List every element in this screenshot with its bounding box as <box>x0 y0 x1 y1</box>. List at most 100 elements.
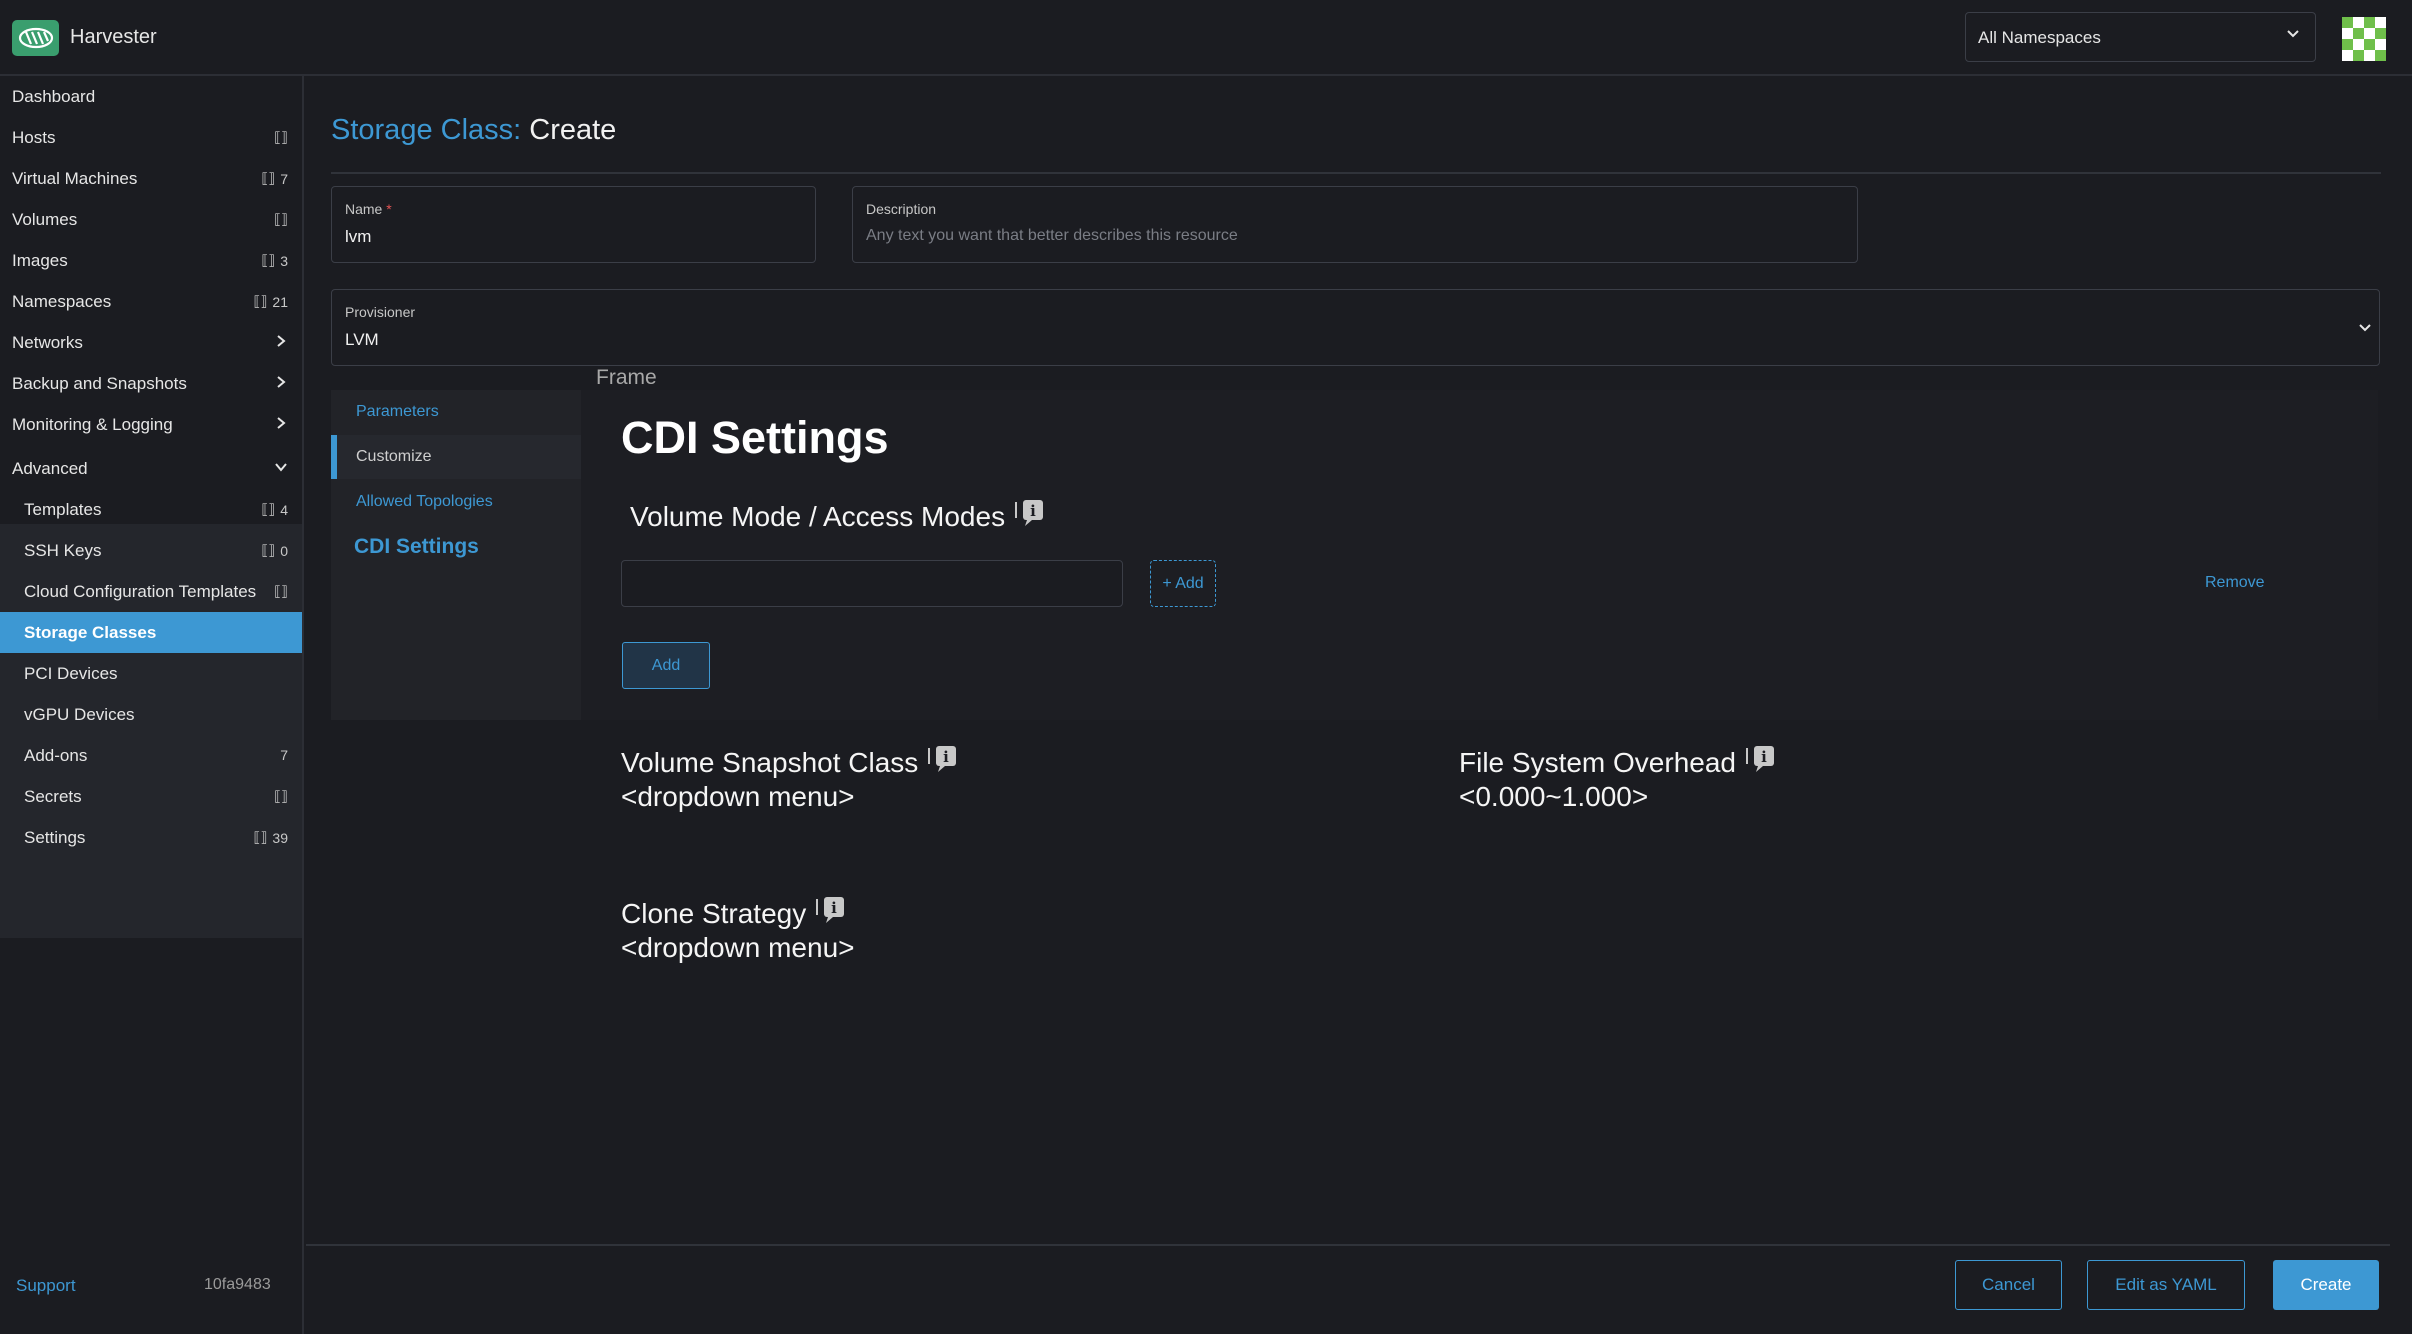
volume-snapshot-class-label: Volume Snapshot Class i <box>621 744 960 781</box>
version-label: 10fa9483 <box>204 1276 271 1293</box>
sidebar-item-add-ons[interactable]: Add-ons 7 <box>0 735 302 776</box>
remove-button[interactable]: Remove <box>2205 574 2265 592</box>
resource-icon: ⟦⟧ <box>253 293 268 309</box>
divider <box>306 1244 2390 1246</box>
tab-allowed-topologies[interactable]: Allowed Topologies <box>331 480 581 524</box>
sidebar-item-monitoring-logging[interactable]: Monitoring & Logging <box>0 404 302 445</box>
volume-snapshot-class-dropdown[interactable]: <dropdown menu> <box>621 781 855 813</box>
resource-icon: ⟦⟧ <box>261 252 276 268</box>
sidebar-item-label: Advanced <box>12 459 88 478</box>
svg-text:i: i <box>1030 502 1036 520</box>
harvester-logo-icon[interactable] <box>12 20 59 56</box>
resource-icon: ⟦⟧ <box>274 583 288 599</box>
page-title: Storage Class: Create <box>331 114 616 147</box>
clone-strategy-dropdown[interactable]: <dropdown menu> <box>621 932 855 964</box>
name-field[interactable]: Name * lvm <box>331 186 816 263</box>
sidebar-item-label: Virtual Machines <box>12 169 138 188</box>
sidebar-item-vgpu-devices[interactable]: vGPU Devices <box>0 694 302 735</box>
sidebar-item-settings[interactable]: Settings ⟦⟧ 39 <box>0 817 302 858</box>
sidebar-item-ssh-keys[interactable]: SSH Keys ⟦⟧ 0 <box>0 530 302 571</box>
sidebar-item-label: Hosts <box>12 128 56 147</box>
sidebar-item-cloud-configuration-templates[interactable]: Cloud Configuration Templates ⟦⟧ <box>0 571 302 612</box>
svg-text:i: i <box>831 899 837 917</box>
required-mark: * <box>386 201 392 217</box>
clone-strategy-label: Clone Strategy i <box>621 895 848 932</box>
name-field-label: Name * <box>345 201 392 217</box>
tab-active-indicator <box>331 435 337 479</box>
sidebar-item-label: Secrets <box>24 787 82 806</box>
info-icon[interactable]: i <box>1011 498 1047 535</box>
sidebar-item-storage-classes[interactable]: Storage Classes <box>0 612 302 653</box>
sidebar-item-pci-devices[interactable]: PCI Devices <box>0 653 302 694</box>
sidebar-item-label: Images <box>12 251 68 270</box>
chevron-down-icon <box>275 463 287 472</box>
sidebar-item-dashboard[interactable]: Dashboard <box>0 76 302 117</box>
sidebar-item-namespaces[interactable]: Namespaces ⟦⟧ 21 <box>0 281 302 322</box>
sidebar-item-label: Add-ons <box>24 746 88 765</box>
cdi-heading: CDI Settings <box>621 412 889 463</box>
sidebar-item-templates[interactable]: Templates ⟦⟧ 4 <box>0 489 302 530</box>
item-count: 21 <box>272 293 288 310</box>
create-button[interactable]: Create <box>2273 1260 2379 1310</box>
volume-snapshot-class-text: Volume Snapshot Class <box>621 746 919 778</box>
tab-customize[interactable]: Customize <box>331 435 581 479</box>
provisioner-label: Provisioner <box>345 304 416 320</box>
sidebar-item-advanced[interactable]: Advanced <box>0 448 302 489</box>
sidebar-item-label: Cloud Configuration Templates <box>24 582 257 601</box>
cancel-button[interactable]: Cancel <box>1955 1260 2062 1310</box>
resource-icon: ⟦⟧ <box>261 542 276 558</box>
sidebar-item-label: vGPU Devices <box>24 705 135 724</box>
info-icon[interactable]: i <box>924 744 960 781</box>
file-system-overhead-label: File System Overhead i <box>1459 744 1778 781</box>
description-field-label: Description <box>866 201 937 217</box>
add-button[interactable]: Add <box>622 642 710 689</box>
item-count: 7 <box>280 170 288 187</box>
description-field[interactable]: Description Any text you want that bette… <box>852 186 1858 263</box>
clone-strategy-text: Clone Strategy <box>621 897 807 929</box>
description-placeholder: Any text you want that better describes … <box>866 227 1238 244</box>
sidebar-item-label: Dashboard <box>12 87 96 106</box>
tab-cdi-settings[interactable]: CDI Settings <box>331 522 581 566</box>
resource-icon: ⟦⟧ <box>261 170 276 186</box>
sidebar-item-label: Networks <box>12 333 83 352</box>
svg-text:i: i <box>943 748 949 766</box>
name-field-value: lvm <box>345 227 372 246</box>
sidebar-item-label: Volumes <box>12 210 78 229</box>
sidebar-item-images[interactable]: Images ⟦⟧ 3 <box>0 240 302 281</box>
item-count: 4 <box>280 501 288 518</box>
provisioner-select[interactable]: Provisioner LVM <box>331 289 2380 366</box>
support-link[interactable]: Support <box>16 1276 76 1296</box>
info-icon[interactable]: i <box>812 895 848 932</box>
svg-text:i: i <box>1761 748 1767 766</box>
sidebar-item-hosts[interactable]: Hosts ⟦⟧ <box>0 117 302 158</box>
sidebar-item-label: Backup and Snapshots <box>12 374 187 393</box>
item-count: 0 <box>280 542 288 559</box>
namespace-select-value: All Namespaces <box>1978 28 2101 47</box>
file-system-overhead-input[interactable]: <0.000~1.000> <box>1459 781 1648 813</box>
provisioner-value: LVM <box>345 330 379 349</box>
tab-label: CDI Settings <box>354 535 479 558</box>
sidebar-item-volumes[interactable]: Volumes ⟦⟧ <box>0 199 302 240</box>
info-icon[interactable]: i <box>1742 744 1778 781</box>
sidebar-item-label: Templates <box>24 500 102 519</box>
page-title-resource[interactable]: Storage Class: <box>331 114 521 146</box>
edit-as-yaml-button[interactable]: Edit as YAML <box>2087 1260 2245 1310</box>
add-access-mode-button[interactable]: + Add <box>1150 560 1216 607</box>
avatar[interactable] <box>2342 17 2386 61</box>
sidebar-item-label: SSH Keys <box>24 541 102 560</box>
item-count: 3 <box>280 252 288 269</box>
volume-mode-input[interactable] <box>621 560 1123 607</box>
item-count: 39 <box>272 829 288 846</box>
sidebar-item-virtual-machines[interactable]: Virtual Machines ⟦⟧ 7 <box>0 158 302 199</box>
sidebar-item-label: Namespaces <box>12 292 112 311</box>
item-count: 7 <box>280 747 288 763</box>
tab-parameters[interactable]: Parameters <box>331 390 581 434</box>
tab-label: Allowed Topologies <box>356 493 493 510</box>
chevron-right-icon <box>277 417 286 429</box>
frame-label: Frame <box>596 366 657 389</box>
sidebar-item-label: Storage Classes <box>24 623 157 642</box>
namespace-select[interactable]: All Namespaces <box>1965 12 2316 62</box>
sidebar-item-backup-and-snapshots[interactable]: Backup and Snapshots <box>0 363 302 404</box>
sidebar-item-secrets[interactable]: Secrets ⟦⟧ <box>0 776 302 817</box>
sidebar-item-networks[interactable]: Networks <box>0 322 302 363</box>
